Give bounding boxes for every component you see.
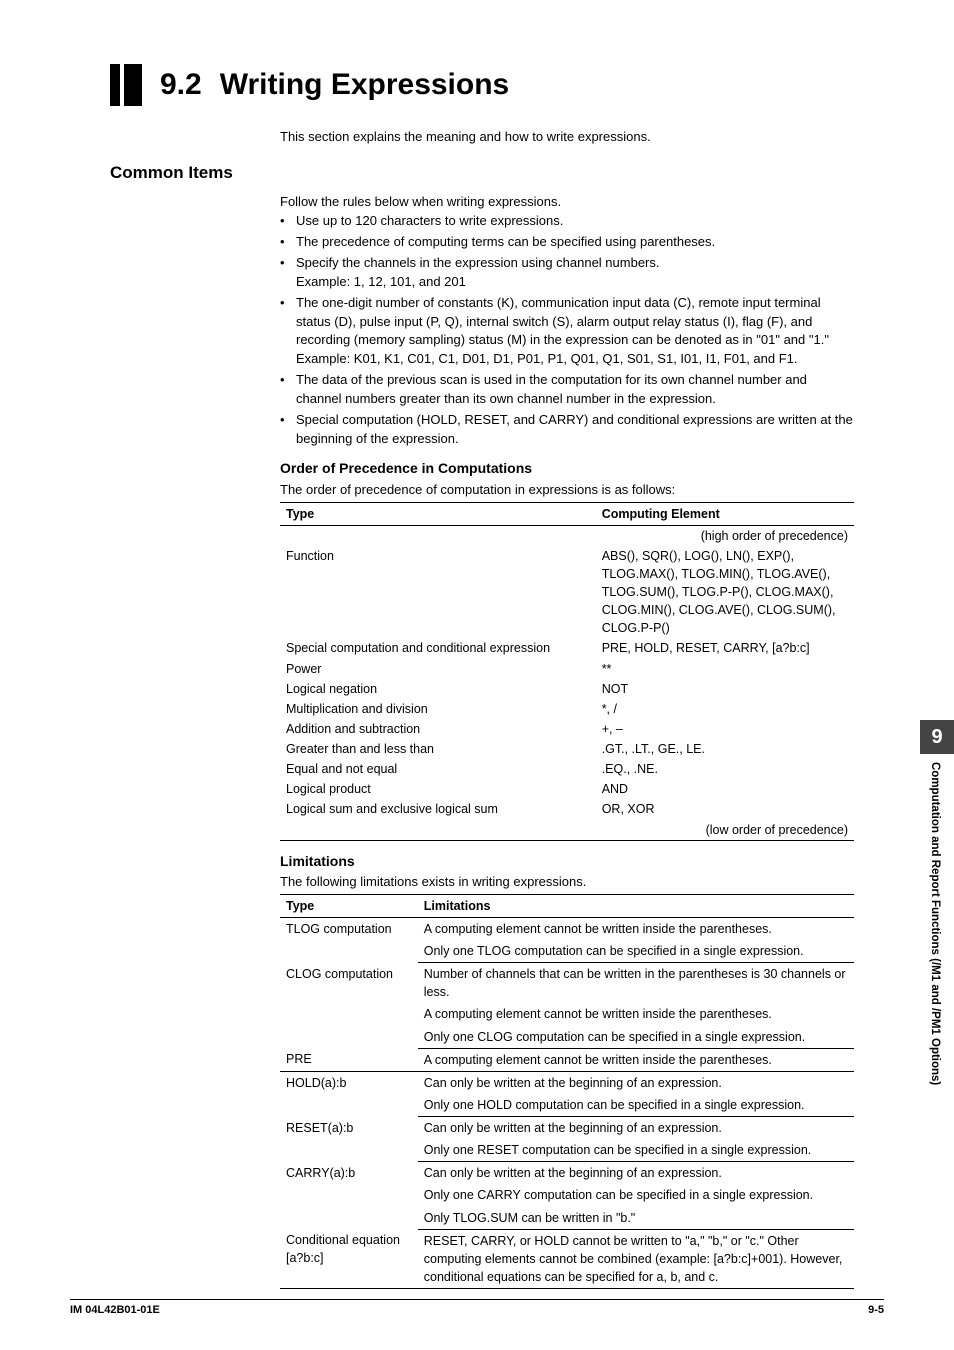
th-type: Type xyxy=(280,894,418,917)
cell: AND xyxy=(596,779,854,799)
th-type: Type xyxy=(280,502,596,525)
page-footer: IM 04L42B01-01E 9-5 xyxy=(70,1299,884,1316)
precedence-table: TypeComputing Element (high order of pre… xyxy=(280,502,854,841)
precedence-heading: Order of Precedence in Computations xyxy=(280,458,854,478)
bullet: Special computation (HOLD, RESET, and CA… xyxy=(280,411,854,449)
side-chapter-text: Computation and Report Functions (/M1 an… xyxy=(929,754,941,1174)
cell: Logical negation xyxy=(280,679,596,699)
limitations-heading: Limitations xyxy=(280,851,854,871)
bullet: Specify the channels in the expression u… xyxy=(280,254,854,292)
cell: Only one CLOG computation can be specifi… xyxy=(418,1026,854,1049)
footer-doc-id: IM 04L42B01-01E xyxy=(70,1304,160,1316)
cell: PRE, HOLD, RESET, CARRY, [a?b:c] xyxy=(596,638,854,658)
cell: Only TLOG.SUM can be written in "b." xyxy=(418,1207,854,1230)
side-tab: 9 Computation and Report Functions (/M1 … xyxy=(920,720,954,1174)
cell: RESET, CARRY, or HOLD cannot be written … xyxy=(418,1229,854,1288)
bullet: The data of the previous scan is used in… xyxy=(280,371,854,409)
cell: Can only be written at the beginning of … xyxy=(418,1162,854,1185)
cell: *, / xyxy=(596,699,854,719)
cell: Logical sum and exclusive logical sum xyxy=(280,799,596,819)
cell: +, – xyxy=(596,719,854,739)
cell: Conditional equation [a?b:c] xyxy=(280,1229,418,1288)
limitations-lead: The following limitations exists in writ… xyxy=(280,873,854,892)
heading-bar-thick xyxy=(110,64,120,106)
cell: CARRY(a):b xyxy=(280,1162,418,1229)
cell: Function xyxy=(280,546,596,639)
cell: Number of channels that can be written i… xyxy=(418,963,854,1004)
high-order: (high order of precedence) xyxy=(596,525,854,546)
cell: A computing element cannot be written in… xyxy=(418,1048,854,1071)
precedence-lead: The order of precedence of computation i… xyxy=(280,481,854,500)
cell: Power xyxy=(280,659,596,679)
cell: ABS(), SQR(), LOG(), LN(), EXP(), TLOG.M… xyxy=(596,546,854,639)
cell: Logical product xyxy=(280,779,596,799)
cell: Multiplication and division xyxy=(280,699,596,719)
cell: CLOG computation xyxy=(280,963,418,1049)
cell: .GT., .LT., GE., LE. xyxy=(596,739,854,759)
cell: Only one TLOG computation can be specifi… xyxy=(418,940,854,963)
cell: .EQ., .NE. xyxy=(596,759,854,779)
low-order: (low order of precedence) xyxy=(596,820,854,841)
th-limit: Limitations xyxy=(418,894,854,917)
section-number: 9.2 xyxy=(160,64,220,106)
cell: TLOG computation xyxy=(280,917,418,962)
bullet: Use up to 120 characters to write expres… xyxy=(280,212,854,231)
common-items-heading: Common Items xyxy=(110,161,854,186)
cell: NOT xyxy=(596,679,854,699)
cell: ** xyxy=(596,659,854,679)
bullet: The one-digit number of constants (K), c… xyxy=(280,294,854,369)
cell: Greater than and less than xyxy=(280,739,596,759)
side-chapter-number: 9 xyxy=(920,720,954,754)
heading-bar-thin xyxy=(124,64,142,106)
th-element: Computing Element xyxy=(596,502,854,525)
cell: PRE xyxy=(280,1048,418,1071)
cell: A computing element cannot be written in… xyxy=(418,917,854,940)
cell: Special computation and conditional expr… xyxy=(280,638,596,658)
cell: HOLD(a):b xyxy=(280,1071,418,1116)
footer-page-number: 9-5 xyxy=(868,1304,884,1316)
cell: Can only be written at the beginning of … xyxy=(418,1117,854,1140)
common-lead: Follow the rules below when writing expr… xyxy=(280,193,854,212)
limitations-table: TypeLimitations TLOG computationA comput… xyxy=(280,894,854,1289)
cell: Only one RESET computation can be specif… xyxy=(418,1139,854,1162)
cell: OR, XOR xyxy=(596,799,854,819)
cell: Only one CARRY computation can be specif… xyxy=(418,1184,854,1206)
bullet: The precedence of computing terms can be… xyxy=(280,233,854,252)
section-heading: 9.2 Writing Expressions xyxy=(110,64,854,106)
cell: RESET(a):b xyxy=(280,1117,418,1162)
cell: Can only be written at the beginning of … xyxy=(418,1071,854,1094)
cell: Addition and subtraction xyxy=(280,719,596,739)
cell: Equal and not equal xyxy=(280,759,596,779)
intro-text: This section explains the meaning and ho… xyxy=(280,128,854,147)
cell: Only one HOLD computation can be specifi… xyxy=(418,1094,854,1117)
section-title: Writing Expressions xyxy=(220,64,510,106)
cell: A computing element cannot be written in… xyxy=(418,1003,854,1025)
common-bullets: Use up to 120 characters to write expres… xyxy=(280,212,854,448)
